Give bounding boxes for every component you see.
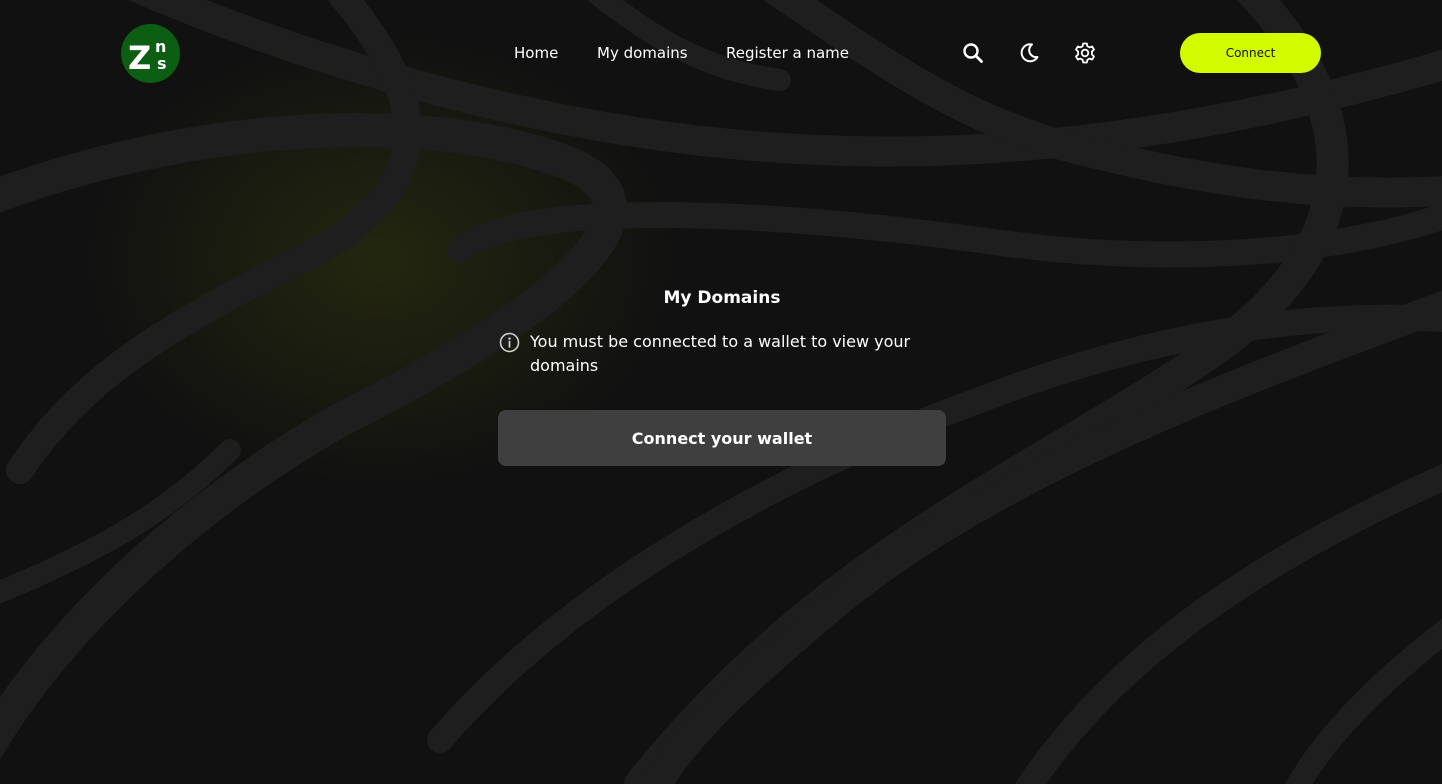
page-title: My Domains: [663, 288, 781, 308]
gear-icon[interactable]: [1072, 40, 1098, 66]
background-swirl-pattern: [0, 0, 1442, 784]
page: Z n s Home My domains Register a name Co…: [0, 0, 1442, 784]
search-icon[interactable]: [960, 40, 986, 66]
nav-register-name-link[interactable]: Register a name: [726, 44, 849, 64]
logo-mark: Z n s: [128, 37, 167, 77]
connect-button[interactable]: Connect: [1180, 33, 1321, 73]
moon-icon[interactable]: [1016, 40, 1042, 66]
nav-home-link[interactable]: Home: [514, 44, 558, 64]
logo-letter-z: Z: [128, 39, 151, 77]
wallet-notice-text: You must be connected to a wallet to vie…: [530, 332, 911, 375]
background-glow: [0, 0, 1442, 784]
nav-my-domains-link[interactable]: My domains: [597, 44, 688, 64]
info-icon: [499, 332, 520, 353]
logo-letter-s: s: [157, 54, 167, 73]
zns-logo[interactable]: Z n s: [121, 24, 180, 83]
connect-wallet-button[interactable]: Connect your wallet: [498, 410, 946, 466]
